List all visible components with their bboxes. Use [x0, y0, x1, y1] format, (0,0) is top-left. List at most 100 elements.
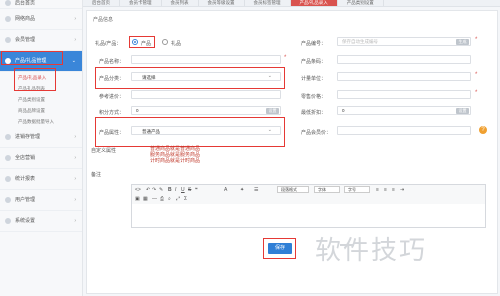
min-discount-value: 0: [342, 108, 345, 113]
custom-attr-label: 自定义属性: [91, 148, 117, 154]
font-size-select[interactable]: 字号: [344, 186, 370, 193]
generate-code-button[interactable]: 生成: [456, 39, 469, 45]
inventory-icon: [5, 133, 11, 140]
tab-category-settings[interactable]: 产品类别设置: [338, 0, 384, 6]
attr-label: 产品属性：: [99, 130, 125, 136]
sidebar-subitem-category-settings[interactable]: 产品类别设置: [0, 94, 82, 105]
blockquote-icon[interactable]: ❝: [195, 187, 198, 193]
align-left-icon[interactable]: ≡: [376, 187, 379, 193]
required-star: *: [475, 37, 478, 43]
gear-icon: [5, 217, 11, 224]
tab-product-entry[interactable]: 产品/礼品录入: [290, 0, 338, 6]
unit-label: 计量单位：: [301, 76, 327, 82]
align-center-icon[interactable]: ≡: [384, 187, 387, 193]
sidebar-item-users[interactable]: 用户管理 ›: [0, 190, 82, 211]
min-discount-input[interactable]: 0 设置: [337, 106, 471, 115]
points-value: 0: [136, 108, 139, 113]
source-icon[interactable]: <>: [135, 187, 141, 193]
image-icon[interactable]: ▣: [135, 196, 140, 202]
points-input[interactable]: 0 设置: [131, 106, 281, 115]
sidebar-item-label: 会员管理: [15, 37, 36, 43]
sidebar-item-marketing[interactable]: 全店营销 ›: [0, 148, 82, 169]
fullscreen-icon[interactable]: ⤢: [176, 196, 180, 202]
attr-value: 普通产品: [142, 128, 160, 134]
chevron-right-icon: ›: [74, 37, 76, 43]
retail-input[interactable]: [337, 90, 471, 99]
goods-icon: [5, 15, 11, 22]
category-select[interactable]: 请选择 ⌄: [131, 72, 281, 81]
barcode-input[interactable]: [337, 55, 471, 64]
chevron-right-icon: ›: [74, 155, 76, 161]
sidebar-item-label: 统计报表: [15, 176, 36, 182]
highlight-color-icon[interactable]: ✦: [240, 187, 244, 193]
chevron-down-icon: ⌄: [267, 127, 272, 133]
tab-member-tags[interactable]: 会员标签管理: [245, 0, 291, 6]
search-icon[interactable]: ⌕: [168, 196, 171, 202]
help-icon[interactable]: ?: [479, 126, 487, 134]
type-product-label[interactable]: 产品: [141, 40, 151, 47]
users-icon: [5, 196, 11, 203]
tab-member-list[interactable]: 会员列表: [162, 0, 199, 6]
strikethrough-icon[interactable]: S: [188, 187, 191, 193]
watermark: 软件技巧: [315, 235, 428, 265]
tab-home[interactable]: 后台首页: [83, 0, 120, 6]
watermark-dash: [340, 244, 354, 246]
sidebar-item-members[interactable]: 会员管理 ›: [0, 30, 82, 51]
section-title: 产品信息: [93, 17, 114, 23]
attr-select[interactable]: 普通产品 ⌄: [131, 126, 281, 135]
ref-price-input[interactable]: [131, 90, 281, 99]
chevron-right-icon: ›: [74, 197, 76, 203]
points-settings-button[interactable]: 设置: [266, 108, 279, 114]
sidebar-item-online-goods[interactable]: 网络商品 ›: [0, 9, 82, 30]
redo-icon[interactable]: ↷: [152, 187, 156, 193]
table-icon[interactable]: ▦: [143, 196, 148, 202]
unit-input[interactable]: [337, 72, 471, 81]
sidebar-item-reports[interactable]: 统计报表 ›: [0, 169, 82, 190]
sidebar-item-label: 进销存管理: [15, 134, 41, 140]
print-icon[interactable]: ⎙: [160, 196, 164, 202]
required-star: *: [475, 72, 478, 78]
paragraph-format-select[interactable]: 段落格式: [277, 186, 309, 193]
sidebar-item-home[interactable]: 后台首页: [0, 0, 82, 9]
tab-member-card[interactable]: 会员卡管理: [120, 0, 162, 6]
italic-icon[interactable]: I: [175, 187, 176, 193]
font-family-select[interactable]: 字体: [314, 186, 340, 193]
min-discount-label: 最低折扣：: [301, 110, 327, 116]
indent-icon[interactable]: ⇥: [400, 187, 404, 193]
required-star: *: [284, 55, 287, 61]
save-button[interactable]: 保存: [268, 243, 292, 254]
sidebar-subitem-bulk-import[interactable]: 产品数据批量导入: [0, 116, 82, 127]
type-product-radio[interactable]: [132, 39, 138, 45]
type-gift-radio[interactable]: [162, 39, 168, 45]
member-price-input[interactable]: [337, 126, 471, 135]
bold-icon[interactable]: B: [168, 187, 172, 193]
remark-editor[interactable]: [131, 204, 486, 228]
min-discount-settings-button[interactable]: 设置: [456, 108, 469, 114]
chevron-right-icon: ›: [74, 16, 76, 22]
eraser-icon[interactable]: ✎: [159, 187, 163, 193]
underline-icon[interactable]: U: [181, 187, 185, 193]
font-color-icon[interactable]: A: [224, 187, 227, 193]
align-right-icon[interactable]: ≡: [392, 187, 395, 193]
tab-member-level[interactable]: 会员等级设置: [199, 0, 245, 6]
undo-icon[interactable]: ↶: [146, 187, 150, 193]
chevron-down-icon: ⌄: [267, 73, 272, 79]
sidebar-item-label: 用户管理: [15, 197, 36, 203]
code-input[interactable]: 保存自动生成编号 生成: [337, 37, 471, 46]
list-icon[interactable]: ☰: [254, 187, 258, 193]
type-label: 礼品/产品：: [95, 41, 122, 47]
category-label: 产品分类：: [99, 76, 125, 82]
name-input[interactable]: [131, 55, 281, 64]
type-gift-label[interactable]: 礼品: [171, 40, 181, 47]
preview-line: 计时商品就是计时商品: [150, 158, 201, 164]
name-label: 产品名称：: [99, 59, 125, 65]
category-value: 请选择: [142, 74, 156, 80]
required-star: *: [475, 90, 478, 96]
sum-icon[interactable]: Σ: [184, 196, 187, 202]
sidebar-item-label: 系统设置: [15, 218, 36, 224]
sidebar-item-inventory[interactable]: 进销存管理 ›: [0, 127, 82, 148]
sidebar-item-settings[interactable]: 系统设置 ›: [0, 211, 82, 232]
hr-icon[interactable]: —: [152, 196, 157, 202]
chevron-right-icon: ›: [74, 218, 76, 224]
sidebar-subitem-brand-settings[interactable]: 商品品牌设置: [0, 105, 82, 116]
